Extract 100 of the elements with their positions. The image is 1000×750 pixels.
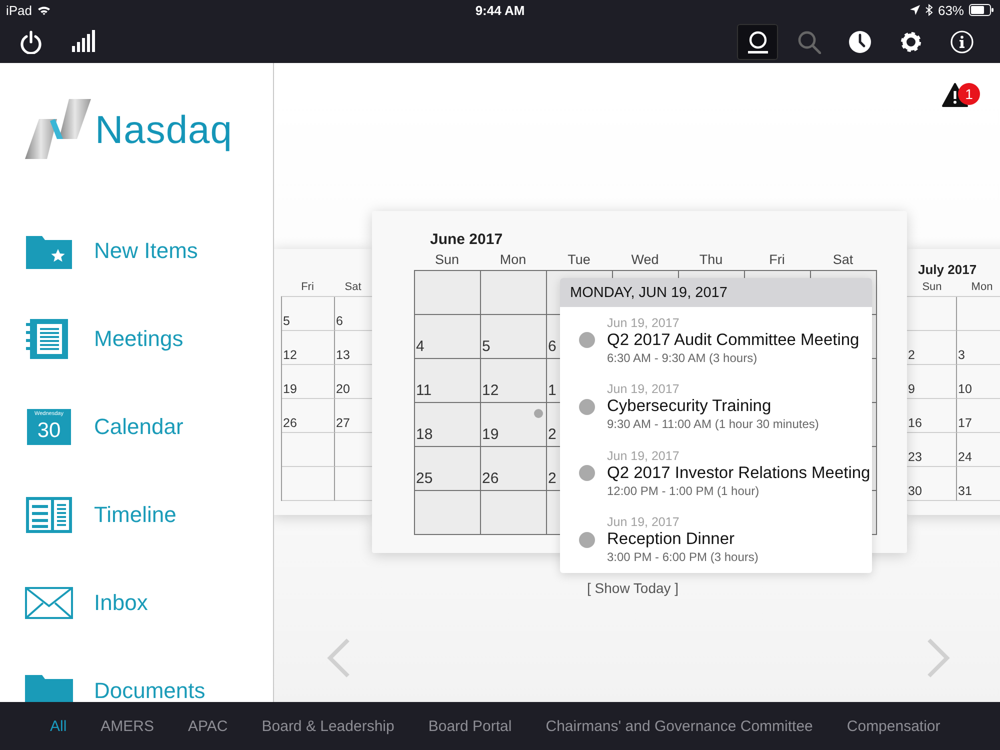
event-title: Q2 2017 Audit Committee Meeting bbox=[607, 330, 860, 350]
battery-icon bbox=[969, 4, 994, 16]
event-date: Jun 19, 2017 bbox=[607, 448, 680, 463]
notification-badge: 1 bbox=[958, 83, 980, 105]
settings-icon bbox=[898, 30, 922, 54]
day-number: 17 bbox=[958, 416, 972, 430]
event-time: 3:00 PM - 6:00 PM (3 hours) bbox=[607, 550, 758, 564]
category-tab[interactable]: Board & Leadership bbox=[262, 718, 394, 734]
day-number: 23 bbox=[908, 450, 922, 464]
event-dot bbox=[579, 532, 595, 548]
event-item[interactable]: Jun 19, 2017 Q2 2017 Audit Committee Meeting 6:30 AM - 9:30 AM (3 hours) bbox=[560, 307, 872, 374]
day-number: 5 bbox=[482, 338, 490, 355]
event-time: 9:30 AM - 11:00 AM (1 hour 30 minutes) bbox=[607, 417, 819, 432]
location-icon bbox=[910, 5, 920, 15]
event-item[interactable]: Jun 19, 2017 Reception Dinner 3:00 PM - 6:00 PM (3 hours) bbox=[560, 506, 872, 573]
day-number: 6 bbox=[336, 314, 343, 328]
event-date: Jun 19, 2017 bbox=[607, 316, 680, 330]
category-tab[interactable]: APAC bbox=[188, 718, 228, 734]
wifi-icon bbox=[37, 4, 52, 16]
day-number: 10 bbox=[958, 382, 972, 396]
calendar-cell[interactable]: 3 bbox=[957, 331, 1000, 365]
weekday-label: Fri bbox=[300, 281, 315, 293]
logo-mark bbox=[25, 98, 91, 158]
day-number: 26 bbox=[482, 470, 499, 487]
clock-icon bbox=[848, 30, 872, 54]
weekday-label: Fri bbox=[768, 252, 786, 267]
calendar-cell[interactable]: 5 bbox=[282, 297, 335, 331]
calendar-cell[interactable]: 19 bbox=[481, 403, 547, 447]
info-icon bbox=[950, 30, 974, 54]
category-tab[interactable]: Compensatior bbox=[846, 718, 940, 734]
event-title: Cybersecurity Training bbox=[607, 397, 772, 416]
month-title: June 2017 bbox=[430, 231, 503, 248]
event-title: Reception Dinner bbox=[607, 530, 736, 550]
day-number: 12 bbox=[283, 348, 297, 362]
calendar-cell[interactable]: 31 bbox=[957, 467, 1000, 501]
day-number: 20 bbox=[336, 382, 350, 396]
day-number: 25 bbox=[416, 470, 433, 487]
calendar-cell[interactable]: 24 bbox=[957, 433, 1000, 467]
day-number: 24 bbox=[958, 450, 972, 464]
weekday-label: Tue bbox=[566, 252, 592, 267]
day-number: 18 bbox=[416, 426, 433, 443]
signal-bars-icon[interactable] bbox=[72, 30, 98, 54]
weekday-label: Sat bbox=[832, 252, 854, 267]
day-number: 2 bbox=[908, 348, 915, 362]
day-number: 19 bbox=[283, 382, 297, 396]
event-dot bbox=[579, 332, 595, 348]
clock-time: 9:44 AM bbox=[475, 2, 525, 18]
calendar-cell[interactable]: 26 bbox=[282, 399, 335, 433]
calendar-cell[interactable]: 18 bbox=[415, 403, 481, 447]
calendar-cell[interactable]: 5 bbox=[481, 315, 547, 359]
category-tab[interactable]: Chairmans' and Governance Committee bbox=[546, 718, 813, 734]
day-number: 4 bbox=[416, 338, 424, 355]
weekday-label: Sun bbox=[434, 252, 460, 267]
day-number: 13 bbox=[336, 348, 350, 362]
day-number: 11 bbox=[416, 382, 432, 399]
day-number: 19 bbox=[482, 426, 499, 443]
day-number: 30 bbox=[908, 484, 922, 498]
day-number: 3 bbox=[958, 348, 965, 362]
event-time: 6:30 AM - 9:30 AM (3 hours) bbox=[607, 350, 758, 365]
device-name: iPad bbox=[6, 2, 32, 18]
profile-button[interactable] bbox=[737, 24, 778, 60]
category-tab[interactable]: All bbox=[50, 718, 67, 734]
weekday-label: Mon bbox=[970, 281, 994, 293]
day-number: 26 bbox=[283, 416, 297, 430]
day-number: 2 bbox=[548, 470, 556, 487]
show-today-link[interactable]: [ Show Today ] bbox=[587, 580, 679, 596]
weekday-label: Sat bbox=[344, 281, 362, 293]
weekday-label: Mon bbox=[498, 252, 528, 267]
month-title: July 2017 bbox=[918, 262, 977, 277]
folder-star-icon bbox=[26, 233, 72, 269]
calendar-cell[interactable]: 4 bbox=[415, 315, 481, 359]
battery-percentage: 63% bbox=[938, 2, 964, 18]
calendar-cell[interactable]: 12 bbox=[282, 331, 335, 365]
timeline-icon bbox=[26, 497, 72, 533]
event-date: Jun 19, 2017 bbox=[607, 515, 680, 530]
category-tab[interactable]: AMERS bbox=[100, 718, 154, 734]
event-time: 12:00 PM - 1:00 PM (1 hour) bbox=[607, 484, 760, 498]
event-dot bbox=[579, 465, 595, 482]
day-number: 5 bbox=[283, 314, 290, 328]
calendar-cell[interactable]: 10 bbox=[957, 365, 1000, 399]
power-icon[interactable] bbox=[18, 30, 44, 54]
calendar-cell[interactable]: 17 bbox=[957, 399, 1000, 433]
calendar-cell[interactable]: 19 bbox=[282, 365, 335, 399]
event-item[interactable]: Jun 19, 2017 Cybersecurity Training 9:30 AM - 11:00 AM (1 hour 30 minutes) bbox=[560, 374, 872, 440]
event-dot bbox=[579, 398, 595, 415]
logo-text: Nasdaq bbox=[95, 109, 232, 153]
calendar-cell[interactable]: 11 bbox=[415, 359, 481, 403]
day-number: 9 bbox=[908, 382, 915, 396]
day-number: 16 bbox=[908, 416, 922, 430]
event-title: Q2 2017 Investor Relations Meeting bbox=[607, 464, 870, 483]
event-item[interactable]: Jun 19, 2017 Q2 2017 Investor Relations Meeting 12:00 PM - 1:00 PM (1 hour) bbox=[560, 440, 872, 506]
calendar-cell[interactable]: 12 bbox=[481, 359, 547, 403]
popover-heading: MONDAY, JUN 19, 2017 bbox=[560, 278, 872, 307]
calendar-cell[interactable]: 26 bbox=[481, 447, 547, 491]
day-number: 31 bbox=[958, 484, 972, 498]
search-icon bbox=[796, 30, 820, 54]
category-tab[interactable]: Board Portal bbox=[428, 718, 512, 734]
day-number: 1 bbox=[548, 382, 556, 399]
envelope-icon bbox=[25, 587, 73, 619]
calendar-cell[interactable]: 25 bbox=[415, 447, 481, 491]
